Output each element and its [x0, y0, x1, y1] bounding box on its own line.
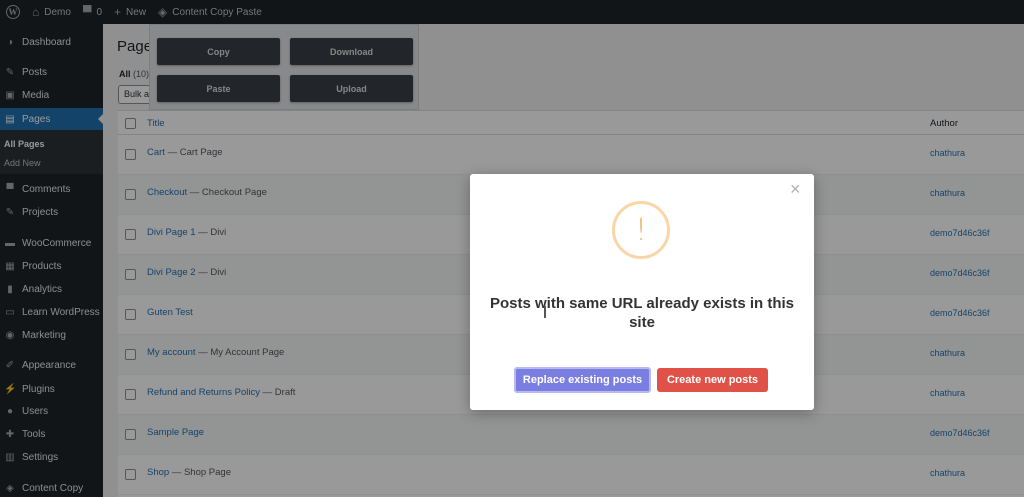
duplicate-url-dialog: × ! Posts with same URL already exists i… — [470, 174, 814, 410]
warning-glyph: ! — [634, 212, 648, 248]
dialog-message: Posts with same URL already exists in th… — [490, 295, 794, 331]
create-new-posts-button[interactable]: Create new posts — [657, 368, 768, 392]
text-cursor — [544, 306, 546, 318]
warning-icon: ! — [612, 201, 670, 259]
replace-existing-posts-button[interactable]: Replace existing posts — [514, 367, 651, 393]
close-icon[interactable]: × — [790, 178, 801, 200]
